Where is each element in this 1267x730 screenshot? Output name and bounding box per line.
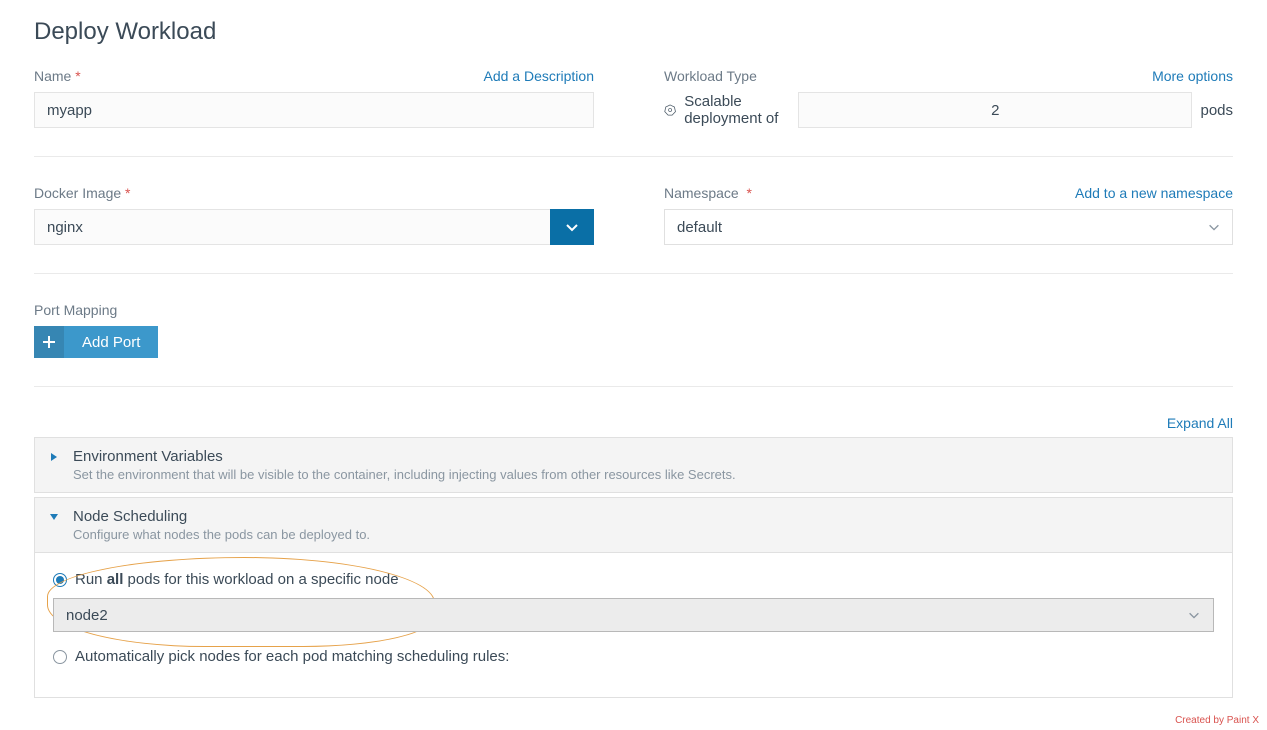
radio-auto-pick[interactable]: Automatically pick nodes for each pod ma… [53,648,1214,665]
add-port-label: Add Port [64,326,158,358]
pod-count-input[interactable] [798,92,1192,128]
workload-type-group: Workload Type More options Scalable depl… [664,68,1233,128]
add-description-link[interactable]: Add a Description [483,68,594,84]
name-field-group: Name * Add a Description [34,68,594,128]
namespace-value: default [677,219,722,236]
node-select-value: node2 [66,607,108,624]
required-asterisk: * [75,68,80,84]
name-label: Name * [34,68,81,84]
chevron-down-icon [564,219,580,235]
workload-type-text-before: Scalable deployment of [684,93,790,127]
docker-image-dropdown-button[interactable] [550,209,594,245]
expand-all-link[interactable]: Expand All [1167,415,1233,431]
radio-icon-checked [53,573,67,587]
triangle-right-icon [49,452,59,462]
accordion-title-env: Environment Variables [73,448,736,465]
expand-all-row: Expand All [34,415,1233,431]
name-input[interactable] [34,92,594,128]
docker-image-input[interactable] [34,209,550,245]
radio-auto-pick-label: Automatically pick nodes for each pod ma… [75,648,509,665]
namespace-group: Namespace * Add to a new namespace defau… [664,185,1233,245]
port-mapping-section: Port Mapping Add Port [34,302,1233,387]
accordion-environment-variables: Environment Variables Set the environmen… [34,437,1233,493]
radio-specific-node[interactable]: Run all pods for this workload on a spec… [53,571,1214,588]
plus-icon [34,326,64,358]
namespace-label: Namespace * [664,185,752,201]
required-asterisk: * [125,185,130,201]
docker-image-group: Docker Image * [34,185,594,245]
row-image-namespace: Docker Image * Namespace * Add to a new … [34,185,1233,274]
namespace-select[interactable]: default [664,209,1233,245]
accordion-title-node: Node Scheduling [73,508,370,525]
accordion-node-scheduling: Node Scheduling Configure what nodes the… [34,497,1233,698]
docker-image-combo [34,209,594,245]
radio-specific-node-label: Run all pods for this workload on a spec… [75,571,399,588]
port-mapping-label: Port Mapping [34,302,1233,318]
required-asterisk: * [746,185,751,201]
page-title: Deploy Workload [34,18,1233,46]
radio-icon-unchecked [53,650,67,664]
accordion-desc-node: Configure what nodes the pods can be dep… [73,527,370,542]
workload-type-row: Scalable deployment of pods [664,92,1233,128]
accordion-desc-env: Set the environment that will be visible… [73,467,736,482]
workload-type-label: Workload Type [664,68,757,84]
docker-image-label: Docker Image * [34,185,131,201]
more-options-link[interactable]: More options [1152,68,1233,84]
add-namespace-link[interactable]: Add to a new namespace [1075,185,1233,201]
workload-type-text-after: pods [1200,102,1233,119]
add-port-button[interactable]: Add Port [34,326,158,358]
triangle-down-icon [49,512,59,522]
node-select[interactable]: node2 [53,598,1214,632]
accordion-body-node: Run all pods for this workload on a spec… [35,552,1232,697]
kubernetes-icon [664,101,676,119]
accordion-header-node[interactable]: Node Scheduling Configure what nodes the… [35,498,1232,552]
row-name-workload: Name * Add a Description Workload Type M… [34,68,1233,157]
chevron-down-icon [1187,608,1201,622]
watermark: Created by Paint X [1175,715,1259,726]
accordion-header-env[interactable]: Environment Variables Set the environmen… [35,438,1232,492]
